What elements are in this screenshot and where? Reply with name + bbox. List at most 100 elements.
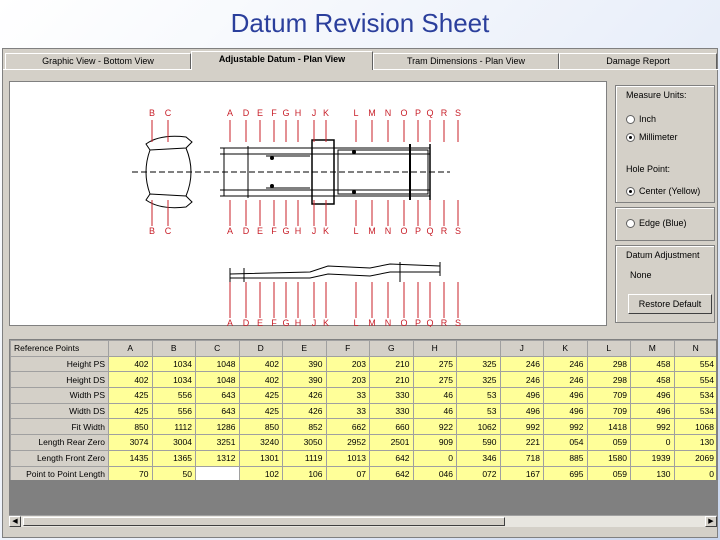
- table-cell[interactable]: 718: [499, 449, 544, 467]
- table-cell[interactable]: 425: [108, 402, 153, 420]
- table-cell[interactable]: 885: [543, 449, 588, 467]
- table-cell[interactable]: 3004: [151, 434, 196, 451]
- table-cell[interactable]: 402: [108, 371, 153, 389]
- table-cell[interactable]: 695: [543, 465, 588, 480]
- table-cell[interactable]: 1286: [195, 418, 240, 436]
- table-cell[interactable]: 1939: [630, 449, 675, 467]
- column-header-k[interactable]: K: [543, 340, 588, 357]
- table-cell[interactable]: 1119: [282, 449, 327, 467]
- table-cell[interactable]: 3074: [108, 434, 153, 451]
- table-cell[interactable]: 534: [673, 402, 716, 420]
- table-cell[interactable]: 33: [325, 387, 370, 404]
- column-header-j[interactable]: J: [499, 340, 544, 357]
- tab-graphic-view[interactable]: Graphic View - Bottom View: [5, 53, 191, 69]
- table-cell[interactable]: 1034: [151, 355, 196, 373]
- table-cell[interactable]: 402: [238, 355, 283, 373]
- scrollbar-thumb[interactable]: [23, 517, 505, 526]
- radio-millimeter-indicator[interactable]: [626, 132, 635, 142]
- table-cell[interactable]: 1013: [325, 449, 370, 467]
- table-cell[interactable]: 425: [108, 387, 153, 404]
- table-cell[interactable]: 246: [543, 355, 588, 373]
- column-header-g[interactable]: G: [369, 340, 414, 357]
- table-cell[interactable]: 992: [630, 418, 675, 436]
- table-cell[interactable]: 53: [456, 387, 501, 404]
- table-cell[interactable]: 2069: [673, 449, 716, 467]
- table-cell[interactable]: 709: [586, 387, 631, 404]
- table-cell[interactable]: 203: [325, 371, 370, 389]
- table-cell[interactable]: 167: [499, 465, 544, 480]
- table-cell[interactable]: 496: [543, 387, 588, 404]
- table-cell[interactable]: 425: [238, 387, 283, 404]
- table-cell[interactable]: 496: [630, 387, 675, 404]
- table-cell[interactable]: 909: [412, 434, 457, 451]
- column-header-b[interactable]: B: [151, 340, 196, 357]
- radio-center-indicator[interactable]: [626, 186, 635, 196]
- table-cell[interactable]: 130: [630, 465, 675, 480]
- table-cell[interactable]: 496: [630, 402, 675, 420]
- table-cell[interactable]: 0: [630, 434, 675, 451]
- radio-edge-indicator[interactable]: [626, 218, 635, 228]
- table-cell[interactable]: 246: [499, 371, 544, 389]
- table-cell[interactable]: 1312: [195, 449, 240, 467]
- table-cell[interactable]: 852: [282, 418, 327, 436]
- column-header-blank[interactable]: [456, 340, 501, 357]
- table-cell[interactable]: 458: [630, 371, 675, 389]
- table-cell[interactable]: 059: [586, 465, 631, 480]
- tab-adjustable-datum[interactable]: Adjustable Datum - Plan View: [191, 51, 373, 70]
- table-cell[interactable]: 1112: [151, 418, 196, 436]
- table-cell[interactable]: 642: [369, 449, 414, 467]
- table-cell[interactable]: 590: [456, 434, 501, 451]
- column-header-a[interactable]: A: [108, 340, 153, 357]
- column-header-h[interactable]: H: [412, 340, 457, 357]
- table-cell[interactable]: 1365: [151, 449, 196, 467]
- table-cell[interactable]: 1062: [456, 418, 501, 436]
- column-header-n[interactable]: N: [673, 340, 716, 357]
- table-cell[interactable]: 992: [499, 418, 544, 436]
- table-cell[interactable]: 130: [673, 434, 716, 451]
- table-cell[interactable]: 1034: [151, 371, 196, 389]
- table-cell[interactable]: 402: [238, 371, 283, 389]
- table-cell[interactable]: 709: [586, 402, 631, 420]
- table-cell[interactable]: 072: [456, 465, 501, 480]
- table-cell[interactable]: 390: [282, 371, 327, 389]
- table-cell[interactable]: 660: [369, 418, 414, 436]
- table-cell[interactable]: 325: [456, 355, 501, 373]
- table-cell[interactable]: 1048: [195, 371, 240, 389]
- table-cell[interactable]: 346: [456, 449, 501, 467]
- table-cell[interactable]: 556: [151, 402, 196, 420]
- radio-edge[interactable]: Edge (Blue): [626, 218, 687, 228]
- table-cell[interactable]: 70: [108, 465, 153, 480]
- table-cell[interactable]: 1418: [586, 418, 631, 436]
- table-cell[interactable]: 1301: [238, 449, 283, 467]
- table-cell[interactable]: 0: [673, 465, 716, 480]
- scroll-left-arrow-icon[interactable]: ◀: [9, 516, 21, 527]
- table-cell[interactable]: 1068: [673, 418, 716, 436]
- table-cell[interactable]: 3240: [238, 434, 283, 451]
- table-cell[interactable]: 50: [151, 465, 196, 480]
- table-cell[interactable]: 850: [108, 418, 153, 436]
- radio-inch-indicator[interactable]: [626, 114, 635, 124]
- table-cell[interactable]: 554: [673, 355, 716, 373]
- table-cell[interactable]: 53: [456, 402, 501, 420]
- column-header-c[interactable]: C: [195, 340, 240, 357]
- table-cell[interactable]: 1580: [586, 449, 631, 467]
- table-cell[interactable]: 2501: [369, 434, 414, 451]
- table-cell[interactable]: 330: [369, 402, 414, 420]
- table-cell[interactable]: 642: [369, 465, 414, 480]
- table-cell[interactable]: 046: [412, 465, 457, 480]
- table-cell[interactable]: 298: [586, 371, 631, 389]
- table-cell[interactable]: 402: [108, 355, 153, 373]
- table-cell[interactable]: 534: [673, 387, 716, 404]
- table-cell[interactable]: 850: [238, 418, 283, 436]
- table-cell[interactable]: 496: [499, 402, 544, 420]
- table-cell[interactable]: 1435: [108, 449, 153, 467]
- table-cell[interactable]: [195, 465, 240, 480]
- horizontal-scrollbar[interactable]: ◀ ▶: [9, 515, 717, 527]
- table-cell[interactable]: 496: [499, 387, 544, 404]
- table-cell[interactable]: 46: [412, 402, 457, 420]
- radio-inch[interactable]: Inch: [626, 114, 656, 124]
- table-cell[interactable]: 106: [282, 465, 327, 480]
- table-cell[interactable]: 221: [499, 434, 544, 451]
- table-cell[interactable]: 07: [325, 465, 370, 480]
- table-cell[interactable]: 643: [195, 387, 240, 404]
